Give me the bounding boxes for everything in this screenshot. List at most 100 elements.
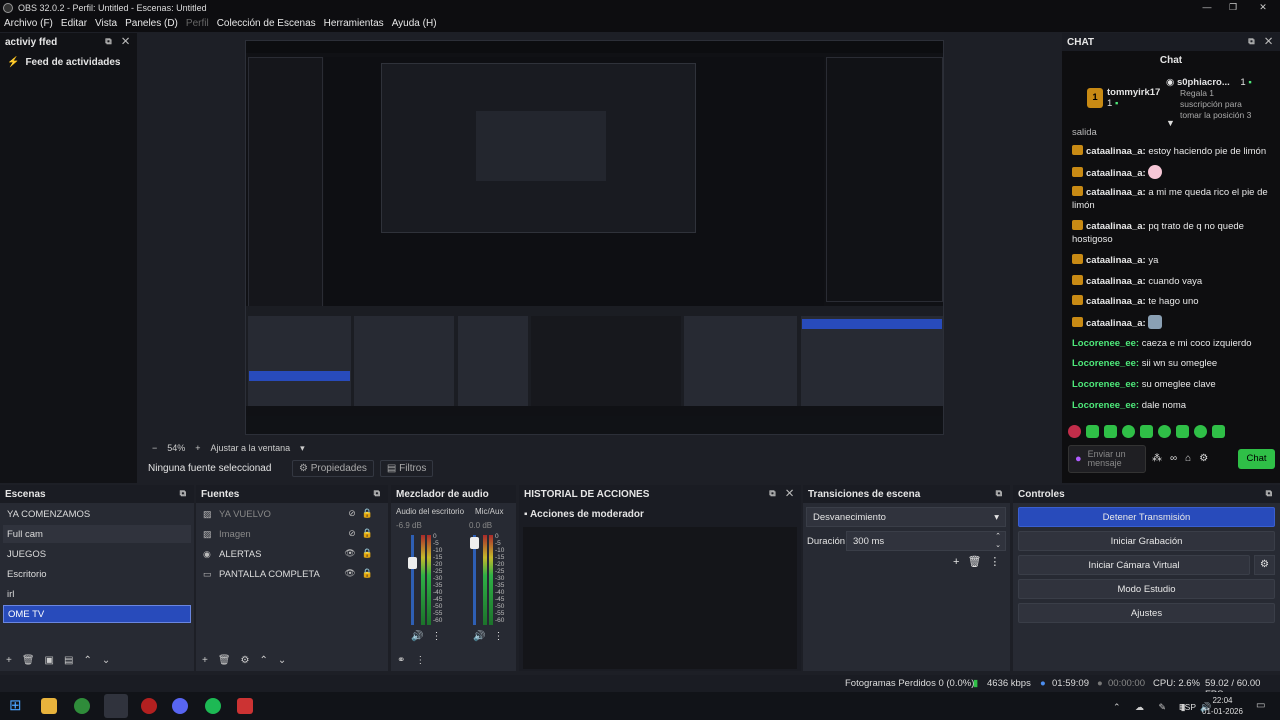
emote-icon[interactable] [1194,425,1207,438]
dock-controls-icon[interactable]: ⧉ ✕ [105,36,133,47]
more-icon[interactable]: ⋮ [989,556,1008,568]
settings-button[interactable]: Ajustes [1018,603,1275,623]
visibility-hidden-icon[interactable]: ⊘🔒 [348,528,379,539]
stop-stream-button[interactable]: Detener Transmisión [1018,507,1275,527]
add-icon[interactable]: + [6,655,12,666]
voicemeeter-icon[interactable] [237,698,253,714]
volume-slider[interactable] [411,535,414,625]
trash-icon[interactable]: 🗑 [218,655,231,666]
dock-float-icon[interactable]: ⧉ [180,488,190,499]
chrome-icon[interactable] [74,698,90,714]
dock-controls-icon[interactable]: ⧉ ✕ [769,488,797,499]
notifications-icon[interactable]: ▭ [1256,700,1265,711]
visibility-eye-icon[interactable]: 👁🔒 [344,568,379,579]
pinned-gifter-right[interactable]: ◉ s0phiacro... 1 ▪ Regala 1 suscripción … [1166,78,1252,121]
scene-item[interactable]: OME TV [3,605,191,623]
gear-icon[interactable]: ⚙ [1254,555,1275,575]
windows-start-icon[interactable]: ⊞ [9,698,25,714]
store-icon[interactable]: ⌂ [1185,453,1199,464]
chevron-down-icon[interactable]: ▾ [300,443,305,454]
chevron-down-icon[interactable]: ⌄ [278,655,286,666]
mic-icon[interactable]: ● [1075,453,1082,465]
scene-item[interactable]: Full cam [3,525,191,543]
menu-editar[interactable]: Editar [57,18,91,29]
menu-vista[interactable]: Vista [91,18,121,29]
chevron-down-icon[interactable]: ⌄ [102,655,110,666]
menu-herramientas[interactable]: Herramientas [320,18,388,29]
speaker-icon[interactable]: 🔊 [473,631,493,642]
more-icon[interactable]: ⋮ [493,631,511,642]
file-explorer-icon[interactable] [41,698,57,714]
more-icon[interactable]: ⋮ [431,631,449,642]
add-icon[interactable]: + [202,655,208,666]
pinned-gifter-left[interactable]: 1 tommyirk17 1 ▪ [1087,87,1160,109]
menu-ayuda[interactable]: Ayuda (H) [388,18,441,29]
emote-icon[interactable] [1104,425,1117,438]
filters-button[interactable]: ▤ Filtros [379,459,434,477]
scene-item[interactable]: YA COMENZAMOS [3,505,191,523]
clock[interactable]: 22:04 01-01-2026 [1200,695,1245,717]
dock-float-icon[interactable]: ⧉ [374,488,384,499]
studio-mode-button[interactable]: Modo Estudio [1018,579,1275,599]
source-item[interactable]: ◉ ALERTAS 👁🔒 [199,545,385,563]
emote-icon[interactable] [1122,425,1135,438]
source-item[interactable]: ▨ Imagen ⊘🔒 [199,525,385,543]
obs-taskbar-icon[interactable] [104,694,128,718]
dock-controls-icon[interactable]: ⧉ ✕ [1248,36,1276,47]
scene-item[interactable]: JUEGOS [3,545,191,563]
trash-icon[interactable]: 🗑 [22,655,35,666]
stream-preview[interactable] [245,40,944,435]
input-language[interactable]: ESP [1179,702,1196,712]
emote-icon[interactable] [1176,425,1189,438]
menu-perfil[interactable]: Perfil [182,18,213,29]
start-recording-button[interactable]: Iniciar Grabación [1018,531,1275,551]
minimize-button[interactable]: — [1194,0,1220,15]
scene-item[interactable]: Escritorio [3,565,191,583]
volume-handle[interactable] [470,537,479,549]
visibility-hidden-icon[interactable]: ⊘🔒 [348,508,379,519]
points-icon[interactable]: ⁂∞ [1152,453,1185,464]
source-item[interactable]: ▨ YA VUELVO ⊘🔒 [199,505,385,523]
more-icon[interactable]: ⋮ [415,655,425,666]
zoom-in-button[interactable]: + [195,443,200,453]
settings-icon[interactable]: ⚙ [1199,453,1216,464]
properties-button[interactable]: ⚙ Propiedades [292,459,374,477]
app-icon[interactable] [141,698,157,714]
menu-paneles[interactable]: Paneles (D) [121,18,182,29]
emote-icon[interactable] [1212,425,1225,438]
spotify-icon[interactable] [205,698,221,714]
filter-icon[interactable]: ▣ [45,655,54,666]
emote-icon[interactable] [1068,425,1081,438]
scene-item[interactable]: irl [3,585,191,603]
activity-feed-header[interactable]: ⚡ Feed de actividades [7,57,121,68]
dock-float-icon[interactable]: ⧉ [1266,488,1276,499]
menu-coleccion[interactable]: Colección de Escenas [213,18,320,29]
discord-icon[interactable] [172,698,188,714]
emote-icon[interactable] [1140,425,1153,438]
add-icon[interactable]: + [953,556,967,568]
chevron-up-icon[interactable]: ⌃ [260,655,268,666]
menu-archivo[interactable]: Archivo (F) [0,18,57,29]
chat-input[interactable]: ● Enviar un mensaje [1068,445,1146,473]
history-list[interactable] [523,527,797,669]
emote-icon[interactable] [1158,425,1171,438]
source-item[interactable]: ▭ PANTALLA COMPLETA 👁🔒 [199,565,385,583]
chevron-up-icon[interactable]: ⌃ [83,655,91,666]
dock-float-icon[interactable]: ⧉ [996,488,1006,499]
trash-icon[interactable]: 🗑 [967,556,989,568]
speaker-icon[interactable]: 🔊 [411,631,431,642]
close-window-button[interactable]: ✕ [1250,0,1276,15]
start-virtual-cam-button[interactable]: Iniciar Cámara Virtual [1018,555,1250,575]
gear-icon[interactable]: ⚙ [241,655,250,666]
transition-select[interactable]: Desvanecimiento ▾ [806,507,1006,527]
fit-window-label[interactable]: Ajustar a la ventana [211,443,291,453]
link-icon[interactable]: ⚭ [397,655,405,666]
maximize-button[interactable]: ❐ [1220,0,1246,15]
chat-send-button[interactable]: Chat [1238,449,1275,469]
zoom-out-button[interactable]: − [152,443,157,453]
emote-icon[interactable] [1086,425,1099,438]
visibility-eye-icon[interactable]: 👁🔒 [344,548,379,559]
volume-handle[interactable] [408,557,417,569]
duration-input[interactable]: 300 ms ⌃ ⌄ [846,531,1006,551]
configure-icon[interactable]: ▤ [64,655,73,666]
